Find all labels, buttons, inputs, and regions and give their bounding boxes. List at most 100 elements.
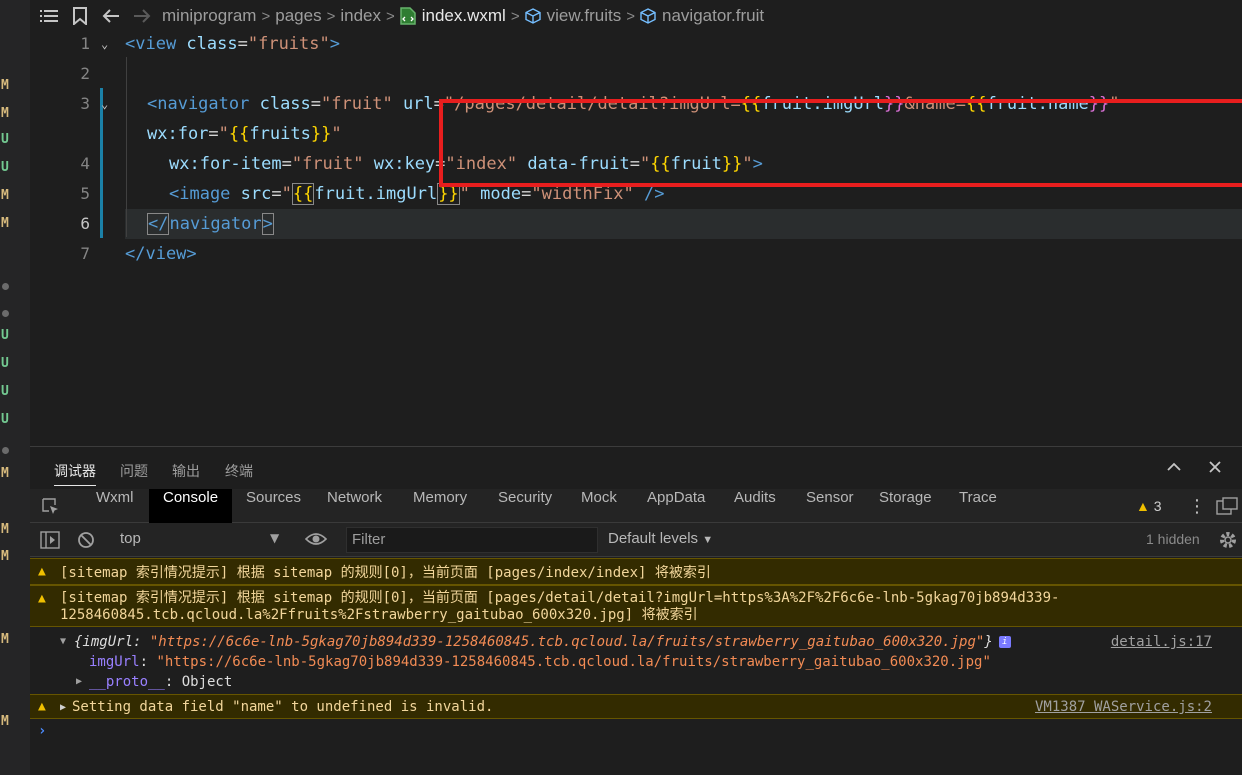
code-token: <navigator [147,94,260,114]
warning-count-badge[interactable]: ▲ 3 [1136,498,1162,514]
tab-console[interactable]: Console [149,489,233,523]
context-select[interactable]: top [120,530,141,547]
code-token: > [261,213,274,235]
code-token: "fruit" [291,154,364,174]
line-number: 3 [80,94,90,113]
tab-security[interactable]: Security [498,489,552,523]
tab-debugger[interactable]: 调试器 [54,461,96,486]
sidebar-toggle-icon[interactable] [40,531,60,553]
panel-tabs: 调试器 问题 输出 终端 [30,447,1242,489]
git-status-marker: M [1,522,9,537]
dock-side-icon[interactable] [1216,497,1238,519]
tab-terminal[interactable]: 终端 [225,461,253,481]
proto-property: __proto__: Object [89,673,232,691]
expand-triangle-icon[interactable]: ▶ [60,699,66,717]
object-property: imgUrl: "https://6c6e-lnb-5gkag70jb894d3… [89,654,991,670]
git-status-marker: U [1,160,9,175]
property-value: "https://6c6e-lnb-5gkag70jb894d339-12584… [156,654,991,670]
object-value: "https://6c6e-lnb-5gkag70jb894d339-12584… [149,634,985,650]
code-token: wx:for [147,124,209,144]
git-status-marker: U [1,356,9,371]
tab-storage[interactable]: Storage [879,489,932,523]
expand-triangle-icon[interactable]: ▼ [60,633,66,651]
code-token: }} [310,124,332,144]
warning-icon: ▲ [1136,498,1150,514]
tab-audits[interactable]: Audits [734,489,776,523]
console-warning: ▲ ▶ Setting data field "name" to undefin… [30,694,1242,719]
back-arrow-icon[interactable] [100,5,122,27]
console-prompt-icon[interactable]: › [38,723,46,739]
code-token: " [218,124,229,144]
fold-chevron-icon[interactable]: ⌄ [101,89,108,119]
filter-placeholder: Filter [352,531,386,548]
chevron-up-icon[interactable] [1166,459,1182,480]
console-message-text: [sitemap 索引情况提示] 根据 sitemap 的规则[0]，当前页面 … [60,565,711,581]
code-token: {{ [228,124,250,144]
warning-icon: ▲ [38,699,46,714]
tab-sensor[interactable]: Sensor [806,489,854,523]
forward-arrow-icon[interactable] [131,5,153,27]
git-status-marker: M [1,106,9,121]
eye-icon[interactable] [304,531,328,551]
tab-memory[interactable]: Memory [413,489,467,523]
code-token: "widthFix" [531,184,634,204]
dropdown-caret-icon[interactable]: ▼ [270,531,279,545]
clear-console-icon[interactable] [77,531,95,553]
git-status-dot [2,310,9,317]
code-token: src [240,184,272,204]
bookmark-icon[interactable] [69,5,91,27]
more-options-icon[interactable]: ⋮ [1188,496,1206,517]
code-token: "fruit" [321,94,393,114]
line-number: 4 [80,154,90,173]
tab-sources[interactable]: Sources [246,489,301,523]
tab-appdata[interactable]: AppData [647,489,705,523]
proto-value: : Object [164,674,233,690]
expand-triangle-icon[interactable]: ▶ [76,673,82,691]
git-status-marker: U [1,132,9,147]
list-icon[interactable] [38,5,60,27]
breadcrumb-separator: > [261,7,271,25]
breadcrumb-index[interactable]: index [340,6,381,26]
breadcrumb-index-wxml[interactable]: index.wxml [422,6,506,26]
settings-gear-icon[interactable] [1218,530,1238,554]
fold-chevron-icon[interactable]: ⌄ [101,29,108,59]
line-number: 1 [80,34,90,53]
tab-problems[interactable]: 问题 [120,461,148,481]
git-status-dot [2,283,9,290]
close-icon[interactable] [1207,459,1223,480]
code-line-7: </view> [125,244,197,264]
git-status-strip: MMUUMMUUUUMMMMM [0,0,30,775]
breadcrumb-pages[interactable]: pages [275,6,321,26]
inspect-element-icon[interactable] [42,498,60,520]
line-number: 5 [80,184,90,203]
git-status-marker: M [1,466,9,481]
info-icon[interactable]: i [998,636,1011,648]
code-token: <view [125,34,187,54]
git-status-marker: M [1,188,9,203]
filter-input[interactable]: Filter [346,527,598,553]
code-token: wx:for-item [169,154,282,174]
git-status-marker: U [1,384,9,399]
breadcrumb-view-fruits[interactable]: view.fruits [547,6,622,26]
tab-network[interactable]: Network [327,489,382,523]
code-token: wx:key [373,154,436,174]
log-levels-select[interactable]: Default levels ▼ [608,530,713,547]
code-token: "fruits" [247,34,330,54]
tab-output[interactable]: 输出 [172,461,200,481]
code-editor[interactable]: 1 2 3 4 5 6 7 ⌄ ⌄ <view class="fruits"> … [30,32,1242,446]
log-levels-label: Default levels [608,530,699,547]
tab-mock[interactable]: Mock [581,489,617,523]
console-log-object[interactable]: ▼ {imgUrl: "https://6c6e-lnb-5gkag70jb89… [30,631,1242,691]
code-token: > [329,34,340,54]
tab-trace[interactable]: Trace [959,489,997,523]
code-token: navigator [169,214,262,234]
code-line-6: </navigator> [147,209,274,239]
breadcrumb-separator: > [510,7,520,25]
breadcrumb-miniprogram[interactable]: miniprogram [162,6,256,26]
breadcrumb-navigator-fruit[interactable]: navigator.fruit [662,6,764,26]
source-link[interactable]: detail.js:17 [1111,633,1212,651]
tab-wxml[interactable]: Wxml [96,489,134,523]
source-link[interactable]: VM1387 WAService.js:2 [1035,698,1212,716]
code-line-1: <view class="fruits"> [125,29,340,59]
code-token: <image [169,184,241,204]
